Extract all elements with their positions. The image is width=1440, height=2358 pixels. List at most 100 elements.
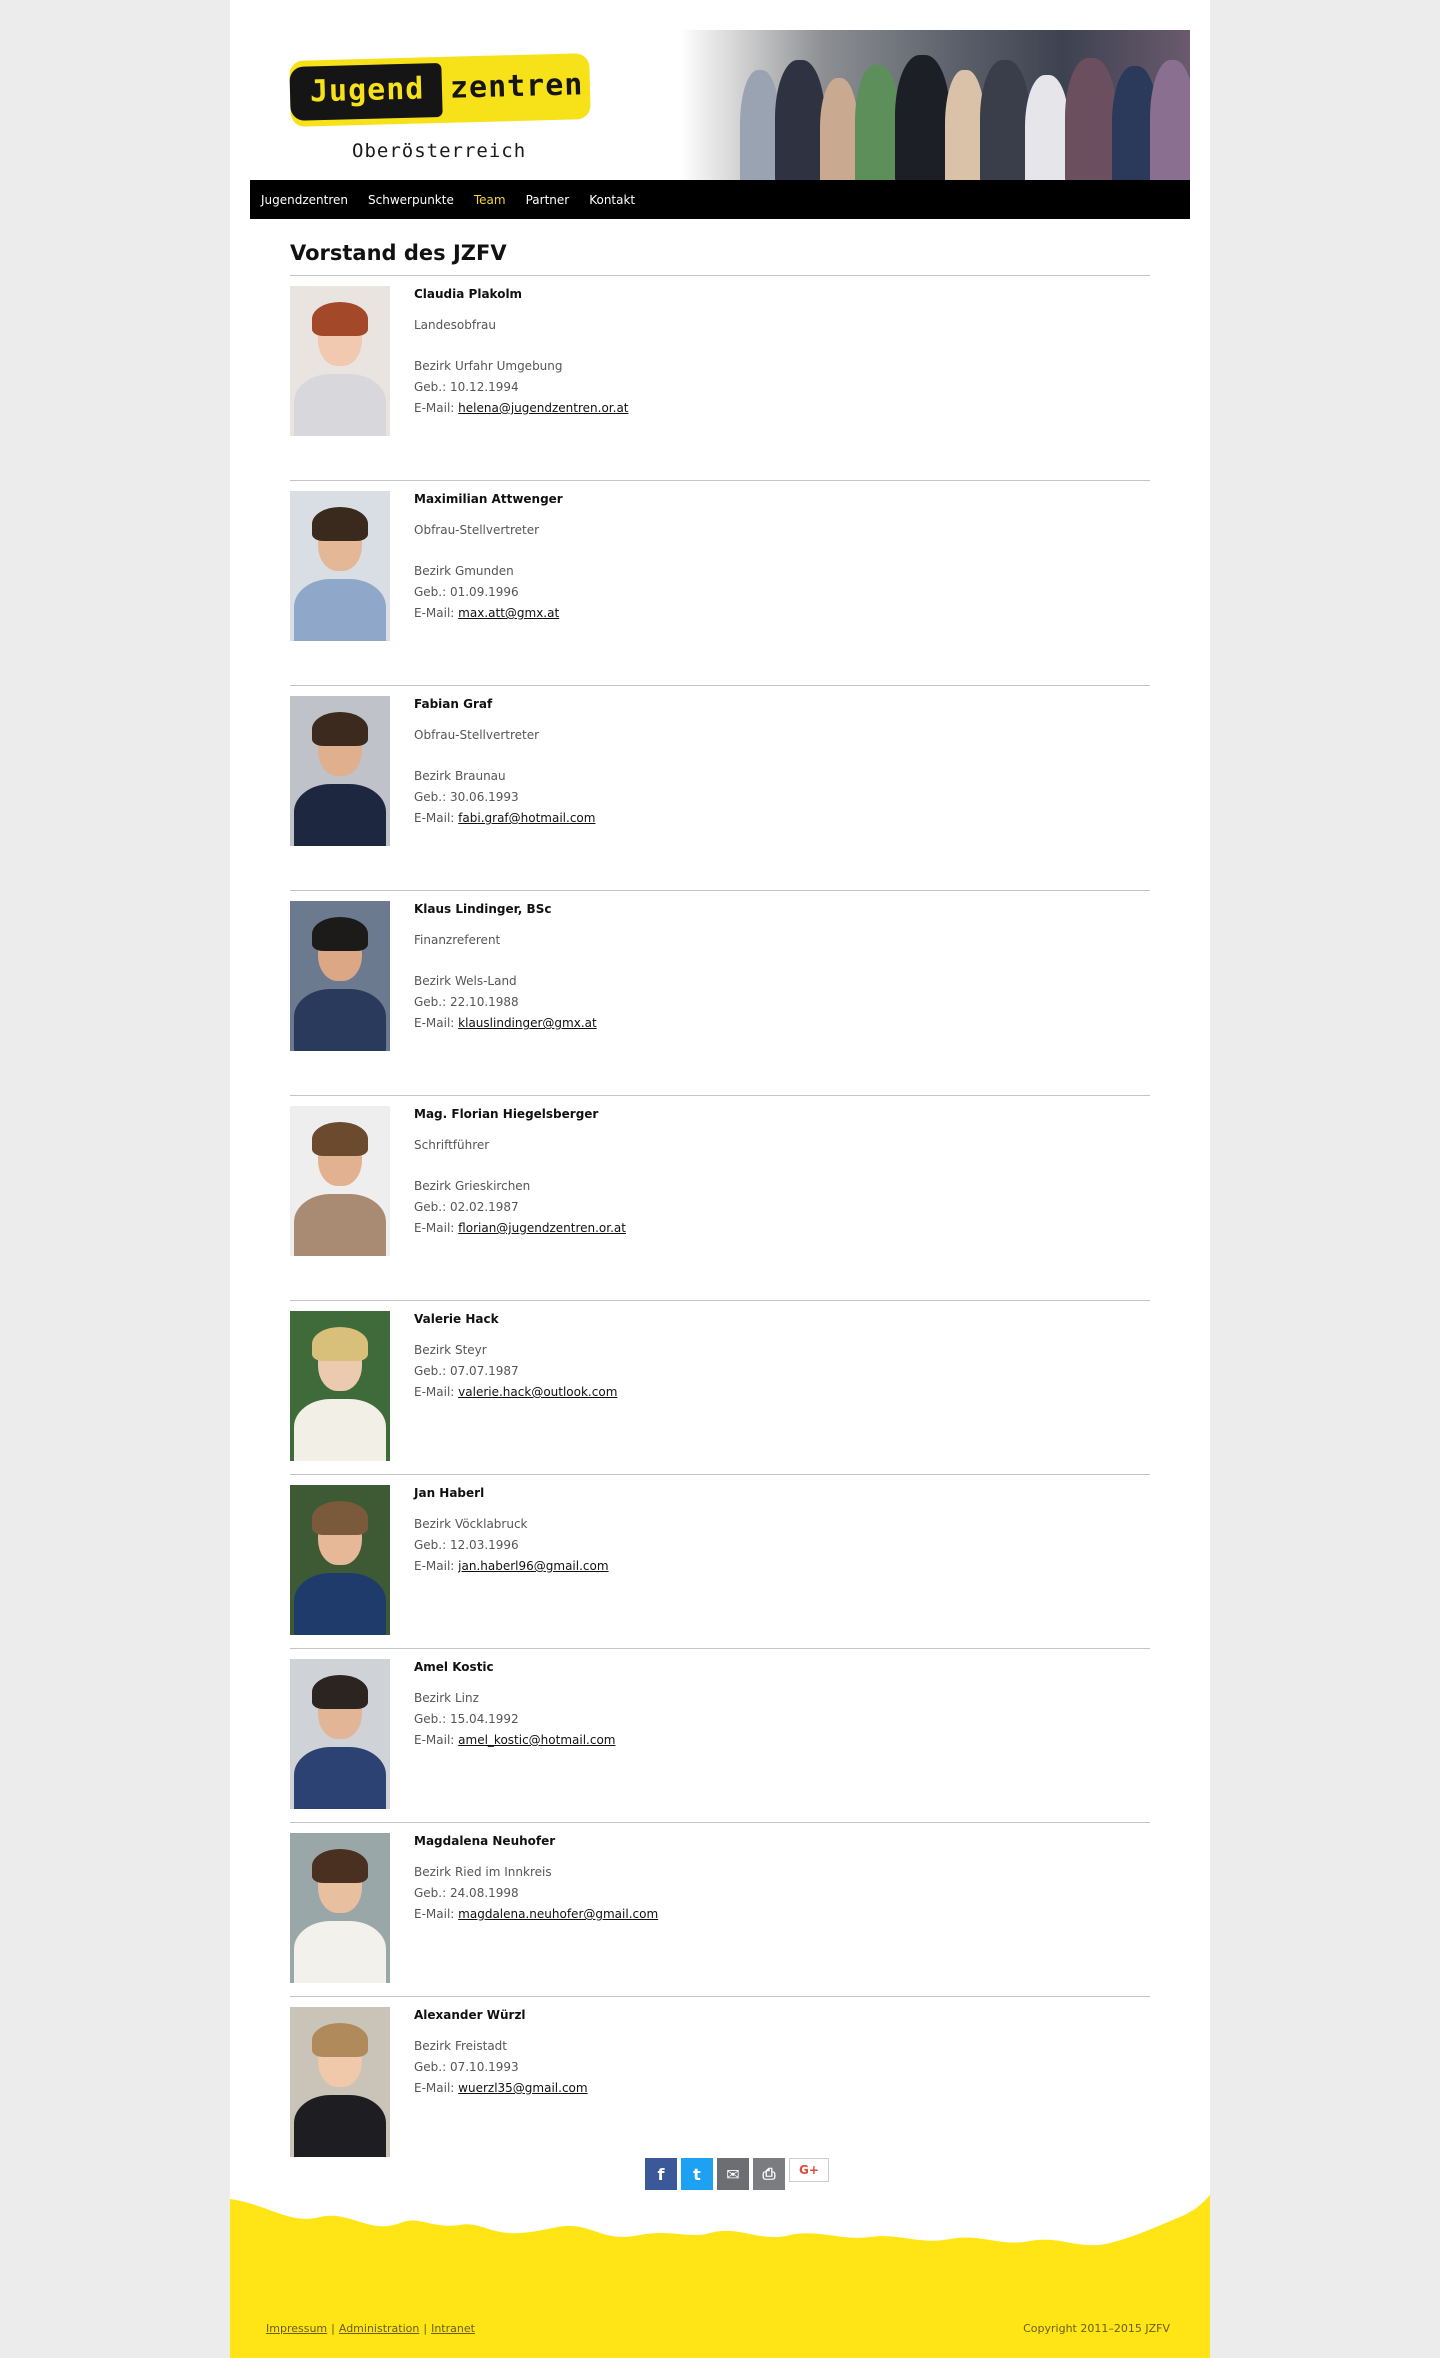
page: Jugend zentren Oberösterreich Jugendzent… bbox=[230, 0, 1210, 2358]
member-birthdate: Geb.: 30.06.1993 bbox=[414, 790, 519, 804]
nav-item-kontakt[interactable]: Kontakt bbox=[589, 193, 635, 207]
member-district: Bezirk Urfahr Umgebung bbox=[414, 359, 563, 373]
facebook-icon[interactable]: f bbox=[645, 2158, 677, 2190]
member-role: Landesobfrau bbox=[414, 318, 496, 332]
member-card: Claudia Plakolm Landesobfrau Bezirk Urfahr… bbox=[290, 275, 1150, 480]
member-email-row: E-Mail: max.att@gmx.at bbox=[414, 603, 563, 624]
member-district: Bezirk Linz bbox=[414, 1691, 479, 1705]
email-label: E-Mail: bbox=[414, 1559, 455, 1573]
member-email-link[interactable]: klauslindinger@gmx.at bbox=[458, 1016, 597, 1030]
member-email-row: E-Mail: klauslindinger@gmx.at bbox=[414, 1013, 597, 1034]
member-card: Amel Kostic Bezirk Linz Geb.: 15.04.1992 E-… bbox=[290, 1648, 1150, 1822]
nav-item-jugendzentren[interactable]: Jugendzentren bbox=[261, 193, 348, 207]
member-role: Obfrau-Stellvertreter bbox=[414, 728, 540, 742]
email-icon[interactable]: ✉ bbox=[717, 2158, 749, 2190]
footer-separator: | bbox=[423, 2322, 428, 2335]
logo-text-part1: Jugend bbox=[309, 71, 425, 110]
member-district: Bezirk Steyr bbox=[414, 1343, 487, 1357]
member-email-row: E-Mail: valerie.hack@outlook.com bbox=[414, 1382, 617, 1403]
member-photo bbox=[290, 286, 390, 436]
email-label: E-Mail: bbox=[414, 1385, 455, 1399]
member-photo bbox=[290, 491, 390, 641]
member-birthdate: Geb.: 12.03.1996 bbox=[414, 1538, 519, 1552]
member-photo bbox=[290, 1106, 390, 1256]
member-photo bbox=[290, 1311, 390, 1461]
member-birthdate: Geb.: 07.07.1987 bbox=[414, 1364, 519, 1378]
member-district: Bezirk Braunau bbox=[414, 769, 506, 783]
share-bar: f t ✉ ⎙ G+ bbox=[645, 2158, 829, 2190]
email-label: E-Mail: bbox=[414, 606, 455, 620]
member-birthdate: Geb.: 10.12.1994 bbox=[414, 380, 519, 394]
twitter-icon[interactable]: t bbox=[681, 2158, 713, 2190]
content: Vorstand des JZFV Claudia Plakolm Landeso… bbox=[290, 237, 1150, 2170]
member-card: Mag. Florian Hiegelsberger Schriftführer B… bbox=[290, 1095, 1150, 1300]
header-banner-image bbox=[680, 30, 1190, 180]
member-photo bbox=[290, 901, 390, 1051]
logo-subtitle: Oberösterreich bbox=[352, 140, 527, 162]
member-email-row: E-Mail: wuerzl35@gmail.com bbox=[414, 2078, 588, 2099]
email-label: E-Mail: bbox=[414, 1221, 455, 1235]
member-info: Magdalena Neuhofer Bezirk Ried im Innkrei… bbox=[414, 1831, 658, 1925]
logo-text-part2: zentren bbox=[449, 67, 584, 106]
google-plus-icon[interactable]: G+ bbox=[789, 2158, 829, 2182]
member-email-row: E-Mail: helena@jugendzentren.or.at bbox=[414, 398, 629, 419]
logo[interactable]: Jugend zentren bbox=[289, 53, 591, 127]
member-info: Claudia Plakolm Landesobfrau Bezirk Urfahr… bbox=[414, 284, 629, 419]
footer-link-administration[interactable]: Administration bbox=[339, 2322, 420, 2335]
footer-link-impressum[interactable]: Impressum bbox=[266, 2322, 327, 2335]
member-name: Mag. Florian Hiegelsberger bbox=[414, 1107, 599, 1121]
member-email-row: E-Mail: magdalena.neuhofer@gmail.com bbox=[414, 1904, 658, 1925]
member-email-link[interactable]: valerie.hack@outlook.com bbox=[458, 1385, 617, 1399]
member-email-link[interactable]: amel_kostic@hotmail.com bbox=[458, 1733, 615, 1747]
member-photo bbox=[290, 1833, 390, 1983]
member-email-link[interactable]: max.att@gmx.at bbox=[458, 606, 559, 620]
member-birthdate: Geb.: 01.09.1996 bbox=[414, 585, 519, 599]
email-label: E-Mail: bbox=[414, 2081, 455, 2095]
member-birthdate: Geb.: 07.10.1993 bbox=[414, 2060, 519, 2074]
member-info: Fabian Graf Obfrau-Stellvertreter Bezirk B… bbox=[414, 694, 595, 829]
copyright: Copyright 2011–2015 JZFV bbox=[1023, 2322, 1170, 2335]
member-email-link[interactable]: fabi.graf@hotmail.com bbox=[458, 811, 595, 825]
member-info: Valerie Hack Bezirk Steyr Geb.: 07.07.1987… bbox=[414, 1309, 617, 1403]
member-name: Jan Haberl bbox=[414, 1486, 485, 1500]
member-email-link[interactable]: wuerzl35@gmail.com bbox=[458, 2081, 587, 2095]
member-email-link[interactable]: jan.haberl96@gmail.com bbox=[458, 1559, 608, 1573]
footer-link-intranet[interactable]: Intranet bbox=[431, 2322, 475, 2335]
member-birthdate: Geb.: 24.08.1998 bbox=[414, 1886, 519, 1900]
member-info: Alexander Würzl Bezirk Freistadt Geb.: 07.… bbox=[414, 2005, 588, 2099]
member-role: Obfrau-Stellvertreter bbox=[414, 523, 540, 537]
main-nav: Jugendzentren Schwerpunkte Team Partner Kont… bbox=[250, 180, 1190, 219]
member-name: Claudia Plakolm bbox=[414, 287, 523, 301]
member-card: Klaus Lindinger, BSc Finanzreferent Bezirk… bbox=[290, 890, 1150, 1095]
member-birthdate: Geb.: 15.04.1992 bbox=[414, 1712, 519, 1726]
nav-item-schwerpunkte[interactable]: Schwerpunkte bbox=[368, 193, 454, 207]
email-label: E-Mail: bbox=[414, 1907, 455, 1921]
member-name: Maximilian Attwenger bbox=[414, 492, 563, 506]
email-label: E-Mail: bbox=[414, 1733, 455, 1747]
member-info: Mag. Florian Hiegelsberger Schriftführer B… bbox=[414, 1104, 626, 1239]
member-card: Magdalena Neuhofer Bezirk Ried im Innkrei… bbox=[290, 1822, 1150, 1996]
member-info: Klaus Lindinger, BSc Finanzreferent Bezirk… bbox=[414, 899, 597, 1034]
member-photo bbox=[290, 1485, 390, 1635]
email-label: E-Mail: bbox=[414, 811, 455, 825]
nav-item-partner[interactable]: Partner bbox=[526, 193, 570, 207]
nav-item-team[interactable]: Team bbox=[474, 193, 506, 207]
member-district: Bezirk Wels-Land bbox=[414, 974, 517, 988]
member-email-row: E-Mail: florian@jugendzentren.or.at bbox=[414, 1218, 626, 1239]
member-email-link[interactable]: florian@jugendzentren.or.at bbox=[458, 1221, 626, 1235]
member-email-link[interactable]: magdalena.neuhofer@gmail.com bbox=[458, 1907, 658, 1921]
member-card: Valerie Hack Bezirk Steyr Geb.: 07.07.1987… bbox=[290, 1300, 1150, 1474]
member-list: Claudia Plakolm Landesobfrau Bezirk Urfahr… bbox=[290, 275, 1150, 2170]
member-district: Bezirk Freistadt bbox=[414, 2039, 507, 2053]
member-name: Fabian Graf bbox=[414, 697, 493, 711]
member-card: Jan Haberl Bezirk Vöcklabruck Geb.: 12.03.… bbox=[290, 1474, 1150, 1648]
member-district: Bezirk Vöcklabruck bbox=[414, 1517, 528, 1531]
member-email-row: E-Mail: amel_kostic@hotmail.com bbox=[414, 1730, 616, 1751]
member-role: Finanzreferent bbox=[414, 933, 501, 947]
member-name: Amel Kostic bbox=[414, 1660, 494, 1674]
member-photo bbox=[290, 696, 390, 846]
member-birthdate: Geb.: 22.10.1988 bbox=[414, 995, 519, 1009]
print-icon[interactable]: ⎙ bbox=[753, 2158, 785, 2190]
member-email-link[interactable]: helena@jugendzentren.or.at bbox=[458, 401, 628, 415]
member-card: Fabian Graf Obfrau-Stellvertreter Bezirk B… bbox=[290, 685, 1150, 890]
